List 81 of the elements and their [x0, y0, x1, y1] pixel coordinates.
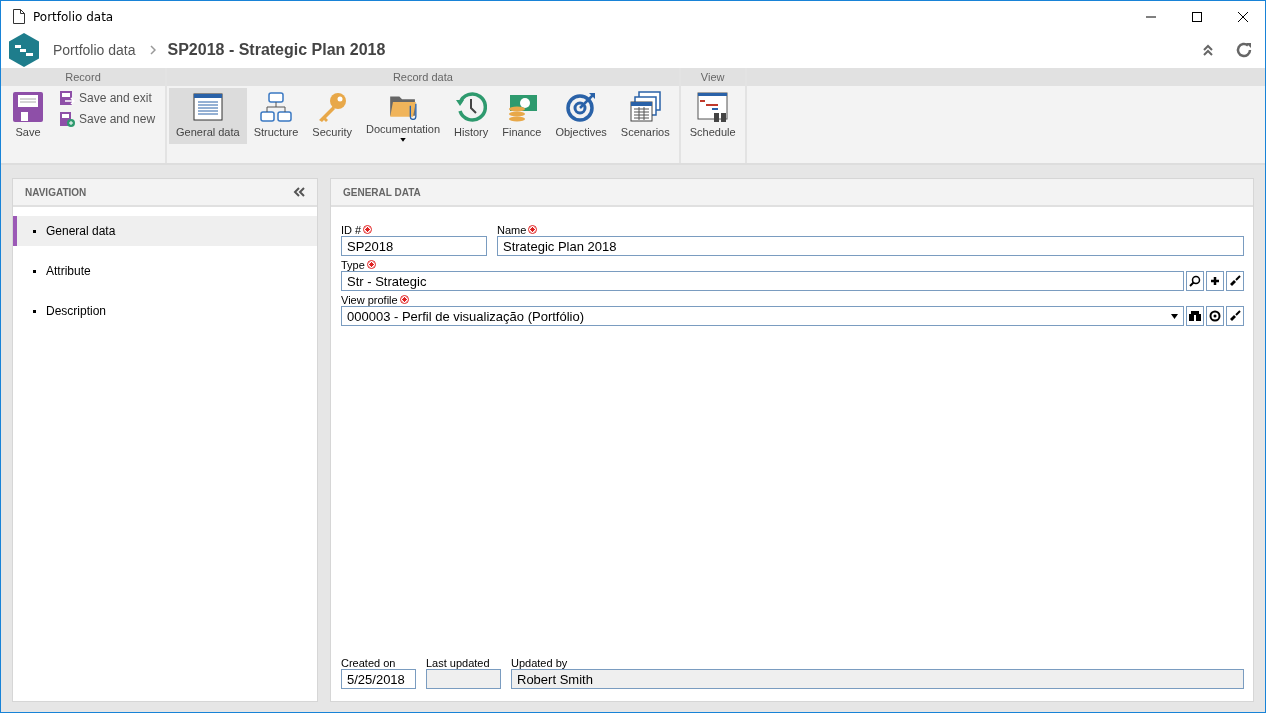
ribbon-button[interactable]: Security — [305, 88, 360, 144]
search-icon — [1189, 275, 1201, 287]
ribbon-small-button[interactable]: Save and exit — [57, 90, 158, 106]
ribbon-button[interactable]: General data — [169, 88, 247, 144]
close-icon[interactable] — [1237, 10, 1249, 23]
text-field[interactable]: SP2018 — [341, 236, 487, 256]
text-field[interactable]: Strategic Plan 2018 — [497, 236, 1244, 256]
ribbon-button-label: Finance — [502, 126, 542, 138]
navigation-item[interactable]: Description — [13, 296, 317, 326]
brush-icon — [1229, 310, 1241, 322]
ribbon-group-label: Record — [1, 68, 166, 86]
page-title: SP2018 - Strategic Plan 2018 — [167, 41, 386, 59]
navigation-item-label: General data — [46, 224, 116, 238]
text-field[interactable]: Str - Strategic — [341, 271, 1184, 291]
save-new-icon — [59, 111, 75, 127]
navigation-item[interactable]: Attribute — [13, 256, 317, 286]
ribbon-button-label: Objectives — [555, 126, 607, 138]
ribbon-button-label: General data — [176, 126, 240, 138]
ribbon-button[interactable]: Structure — [246, 88, 306, 144]
target-icon — [1209, 310, 1221, 322]
gantt-binoculars-icon — [696, 91, 729, 123]
panel-title: NAVIGATION — [25, 186, 87, 198]
refresh-icon[interactable] — [1235, 41, 1253, 59]
collapse-up-icon[interactable] — [1203, 44, 1213, 56]
ribbon-group-label: View — [680, 68, 745, 86]
add-button[interactable] — [1206, 271, 1224, 291]
brush-icon — [1229, 275, 1241, 287]
text-field[interactable]: 5/25/2018 — [341, 669, 416, 689]
panel-title: GENERAL DATA — [343, 186, 421, 198]
binoculars-icon — [1189, 311, 1201, 321]
ribbon-button-label: Documentation — [366, 123, 441, 136]
field-label: Type — [341, 258, 365, 271]
clear-button[interactable] — [1226, 306, 1244, 326]
chevron-right-icon — [149, 45, 156, 55]
ribbon-group-label: Record data — [167, 68, 679, 86]
history-clock-icon — [455, 91, 488, 123]
stacked-tables-icon — [629, 91, 662, 123]
window-title: Portfolio data — [33, 9, 114, 24]
binoculars-button[interactable] — [1186, 306, 1204, 326]
bullet-icon — [33, 269, 36, 273]
search-button[interactable] — [1186, 271, 1204, 291]
document-icon — [13, 9, 25, 24]
ribbon-button-label: Security — [312, 126, 353, 138]
maximize-icon[interactable] — [1191, 10, 1203, 23]
navigation-item-label: Attribute — [46, 264, 91, 278]
navigation-item[interactable]: General data — [13, 216, 317, 246]
field-label: Name — [497, 223, 527, 236]
hierarchy-icon — [260, 91, 292, 123]
form-icon — [191, 91, 224, 123]
save-exit-icon — [59, 90, 75, 106]
navigation-item-label: Description — [46, 304, 107, 318]
target-button[interactable] — [1206, 306, 1224, 326]
dropdown-caret-icon — [1171, 313, 1178, 319]
ribbon-button-label: Save — [15, 126, 41, 138]
ribbon-button-label: Schedule — [689, 126, 736, 138]
field-label: View profile — [341, 293, 398, 306]
ribbon-small-button[interactable]: Save and new — [57, 111, 158, 127]
bullet-icon — [33, 309, 36, 313]
ribbon-button[interactable]: Finance — [495, 88, 549, 144]
ribbon-button[interactable]: History — [447, 88, 496, 144]
breadcrumb-link[interactable]: Portfolio data — [53, 42, 136, 58]
ribbon-button[interactable]: Documentation — [359, 88, 448, 144]
field-label: Last updated — [426, 656, 490, 669]
clear-button[interactable] — [1226, 271, 1244, 291]
select-field[interactable]: 000003 - Perfil de visualização (Portfólio) — [341, 306, 1184, 326]
plus-icon — [1210, 276, 1220, 286]
ribbon-button[interactable]: Save — [5, 88, 51, 144]
ribbon-button[interactable]: Schedule — [682, 88, 743, 144]
target-arrow-icon — [565, 91, 598, 123]
field-label: Created on — [341, 656, 396, 669]
dropdown-caret-icon — [400, 138, 407, 142]
ribbon-button[interactable]: Objectives — [548, 88, 614, 144]
collapse-left-icon[interactable] — [293, 187, 305, 197]
ribbon-button-label: History — [454, 126, 489, 138]
app-logo-icon — [9, 33, 39, 67]
ribbon-button[interactable]: Scenarios — [613, 88, 677, 144]
field-label: Updated by — [511, 656, 568, 669]
bullet-icon — [33, 229, 36, 233]
ribbon-button-label: Scenarios — [620, 126, 670, 138]
ribbon-button-label: Structure — [253, 126, 299, 138]
field-label: ID # — [341, 223, 362, 236]
